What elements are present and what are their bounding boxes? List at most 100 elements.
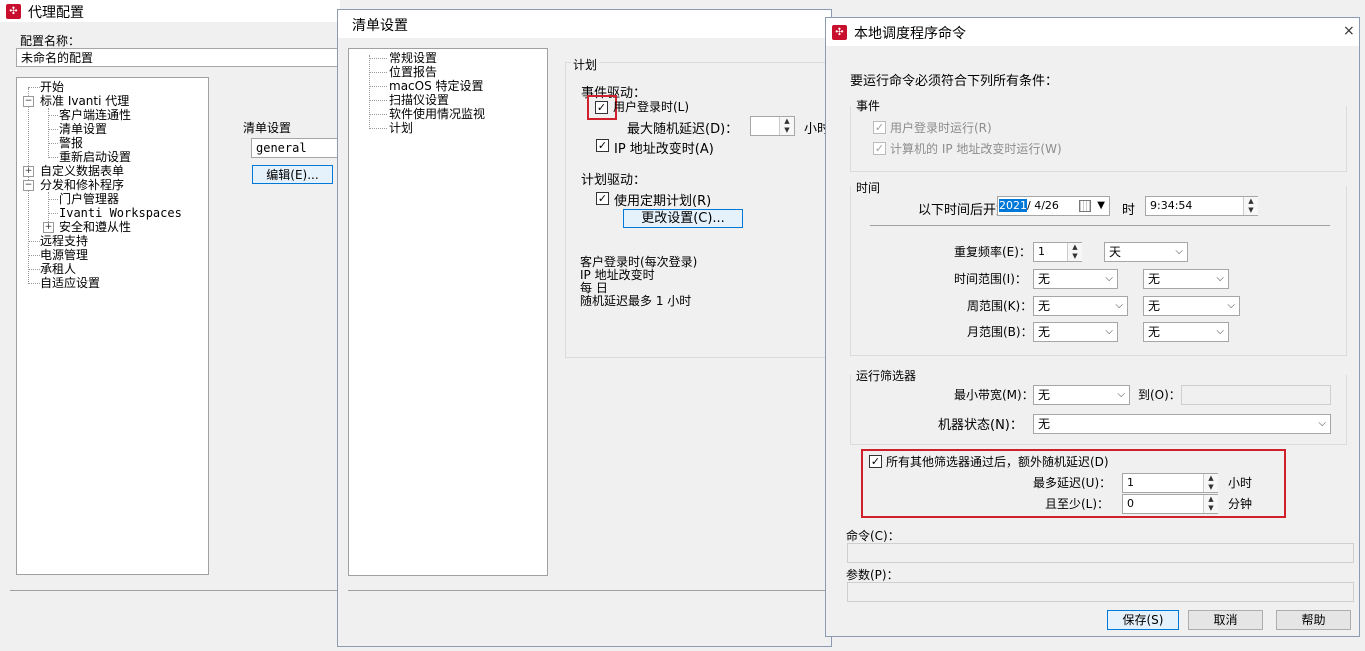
inventory-settings-title: 清单设置 xyxy=(352,18,408,34)
tree-item-alerts[interactable]: 警报 xyxy=(59,136,83,150)
run-on-ip-change-label: 计算机的 IP 地址改变时运行(W) xyxy=(890,142,1062,156)
tree-item-distribution-patch[interactable]: 分发和修补程序 xyxy=(40,178,124,192)
use-schedule-checkbox[interactable]: ✓ xyxy=(596,192,609,205)
calendar-icon[interactable] xyxy=(1079,200,1091,212)
spin-arrows-icon[interactable]: ▲ ▼ xyxy=(779,117,794,135)
tree-item-standard-agent[interactable]: 标准 Ivanti 代理 xyxy=(40,94,129,108)
inventory-settings-titlebar[interactable]: 清单设置 xyxy=(338,10,831,38)
run-on-user-login-checkbox[interactable]: ✓ xyxy=(873,121,886,134)
ip-changed-checkbox[interactable]: ✓ xyxy=(596,139,609,152)
tree-item-start[interactable]: 开始 xyxy=(40,80,64,94)
min-delay-spin-icon[interactable]: ▲ ▼ xyxy=(1203,495,1218,513)
tree-item-location-report[interactable]: 位置报告 xyxy=(389,65,437,79)
use-schedule-label: 使用定期计划(R) xyxy=(614,194,712,209)
max-delay-unit: 小时 xyxy=(1228,476,1253,490)
expand-icon[interactable]: + xyxy=(43,222,54,233)
repeat-spin-icon[interactable]: ▲ ▼ xyxy=(1067,243,1082,261)
run-on-user-login-label: 用户登录时运行(R) xyxy=(890,121,992,135)
month-range-from-dropdown[interactable]: 无 ⌵ xyxy=(1033,322,1118,342)
machine-state-dropdown[interactable]: 无 ⌵ xyxy=(1033,414,1331,434)
chevron-down-icon: ⌵ xyxy=(1115,300,1123,311)
agent-config-window: ✣ 代理配置 配置名称： 未命名的配置 开始 − 标准 Ivanti 代理 客户… xyxy=(0,0,341,651)
min-bandwidth-dropdown[interactable]: 无 ⌵ xyxy=(1033,385,1130,405)
time-spin-icon[interactable]: ▲ ▼ xyxy=(1243,197,1258,215)
hours-label: 小时 xyxy=(804,122,827,137)
inventory-settings-tree: 常规设置 位置报告 macOS 特定设置 扫描仪设置 软件使用情况监视 计划 xyxy=(348,48,548,576)
tree-item-tenant[interactable]: 承租人 xyxy=(40,262,76,276)
command-input[interactable] xyxy=(847,543,1354,563)
tree-item-schedule[interactable]: 计划 xyxy=(389,121,413,135)
max-delay-spin-icon[interactable]: ▲ ▼ xyxy=(1203,474,1218,492)
events-group-label: 事件 xyxy=(856,99,881,113)
tree-item-reboot-settings[interactable]: 重新启动设置 xyxy=(59,150,131,164)
max-random-delay-input[interactable]: ▲ ▼ xyxy=(750,116,795,136)
events-group xyxy=(850,106,1347,172)
params-label: 参数(P)： xyxy=(846,568,899,582)
help-button[interactable]: 帮助 xyxy=(1276,610,1351,630)
min-delay-unit: 分钟 xyxy=(1228,497,1253,511)
config-name-input[interactable]: 未命名的配置 xyxy=(16,48,338,67)
start-date-rest: / 4/26 xyxy=(1027,199,1059,212)
tree-item-power-management[interactable]: 电源管理 xyxy=(40,248,88,262)
schedule-group-label: 计划 xyxy=(571,56,600,73)
week-range-label: 周范围(K)： xyxy=(967,299,1033,313)
week-range-to-dropdown[interactable]: 无 ⌵ xyxy=(1143,296,1240,316)
tree-item-portal-manager[interactable]: 门户管理器 xyxy=(59,192,119,206)
extra-delay-label: 所有其他筛选器通过后，额外随机延迟(D) xyxy=(886,455,1109,469)
extra-delay-checkbox[interactable]: ✓ xyxy=(869,455,882,468)
inventory-setting-dropdown[interactable]: general xyxy=(251,138,341,158)
params-input[interactable] xyxy=(847,582,1354,602)
collapse-icon[interactable]: − xyxy=(23,180,34,191)
tree-item-general-settings[interactable]: 常规设置 xyxy=(389,51,437,65)
chevron-down-icon[interactable]: ▼ xyxy=(1097,197,1105,215)
edit-button[interactable]: 编辑(E)... xyxy=(252,165,333,184)
agent-config-titlebar[interactable]: ✣ 代理配置 xyxy=(0,0,340,22)
run-on-ip-change-checkbox[interactable]: ✓ xyxy=(873,142,886,155)
cancel-button[interactable]: 取消 xyxy=(1188,610,1263,630)
max-random-delay-label: 最大随机延迟(D)： xyxy=(627,122,739,137)
start-date-year[interactable]: 2021 xyxy=(999,199,1027,212)
user-login-label: 用户登录时(L) xyxy=(613,100,690,114)
start-time-input[interactable]: 9:34:54 xyxy=(1145,196,1258,216)
tree-item-software-usage-monitoring[interactable]: 软件使用情况监视 xyxy=(389,107,485,121)
time-range-from-dropdown[interactable]: 无 ⌵ xyxy=(1033,269,1118,289)
agent-config-bottom-separator xyxy=(10,590,340,591)
chevron-down-icon: ⌵ xyxy=(1216,326,1224,337)
week-range-from-dropdown[interactable]: 无 ⌵ xyxy=(1033,296,1128,316)
start-date-picker[interactable]: 2021/ 4/26 ▼ xyxy=(997,196,1110,216)
ivanti-logo-icon: ✣ xyxy=(6,4,21,19)
chevron-down-icon: ⌵ xyxy=(1216,273,1224,284)
tree-item-custom-data-forms[interactable]: 自定义数据表单 xyxy=(40,164,124,178)
chevron-down-icon: ⌵ xyxy=(1105,326,1113,337)
min-delay-label: 且至少(L)： xyxy=(1045,497,1110,511)
tree-item-ivanti-workspaces[interactable]: Ivanti Workspaces xyxy=(59,206,182,220)
ip-changed-label: IP 地址改变时(A) xyxy=(614,142,714,157)
schedule-driven-label: 计划驱动： xyxy=(581,173,647,188)
change-settings-button[interactable]: 更改设置(C)... xyxy=(623,209,743,228)
repeat-frequency-label: 重复频率(E)： xyxy=(954,245,1031,259)
repeat-unit-dropdown[interactable]: 天 ⌵ xyxy=(1104,242,1188,262)
tree-item-security-compliance[interactable]: 安全和遵从性 xyxy=(59,220,131,234)
time-range-to-dropdown[interactable]: 无 ⌵ xyxy=(1143,269,1229,289)
tree-item-client-connectivity[interactable]: 客户端连通性 xyxy=(59,108,131,122)
save-button[interactable]: 保存(S) xyxy=(1107,610,1179,630)
agent-config-tree: 开始 − 标准 Ivanti 代理 客户端连通性 清单设置 警报 重新启动设置 … xyxy=(16,77,209,575)
max-delay-label: 最多延迟(U)： xyxy=(1033,476,1112,490)
schedule-summary-line-4: 随机延迟最多 1 小时 xyxy=(580,294,692,308)
to-label: 到(O)： xyxy=(1138,388,1181,402)
ivanti-logo-icon: ✣ xyxy=(832,25,847,40)
chevron-down-icon: ⌵ xyxy=(1227,300,1235,311)
tree-item-macos-settings[interactable]: macOS 特定设置 xyxy=(389,79,484,93)
machine-state-label: 机器状态(N)： xyxy=(938,418,1023,433)
tree-item-remote-support[interactable]: 远程支持 xyxy=(40,234,88,248)
month-range-to-dropdown[interactable]: 无 ⌵ xyxy=(1143,322,1229,342)
local-scheduler-titlebar[interactable]: ✣ 本地调度程序命令 × xyxy=(826,18,1359,46)
tree-item-inventory-settings[interactable]: 清单设置 xyxy=(59,122,107,136)
expand-icon[interactable]: + xyxy=(23,166,34,177)
close-icon[interactable]: × xyxy=(1343,23,1355,39)
tree-item-adaptive-settings[interactable]: 自适应设置 xyxy=(40,276,100,290)
tree-item-scanner-settings[interactable]: 扫描仪设置 xyxy=(389,93,449,107)
inventory-bottom-separator xyxy=(348,590,828,591)
collapse-icon[interactable]: − xyxy=(23,96,34,107)
bandwidth-to-input[interactable] xyxy=(1181,385,1331,405)
